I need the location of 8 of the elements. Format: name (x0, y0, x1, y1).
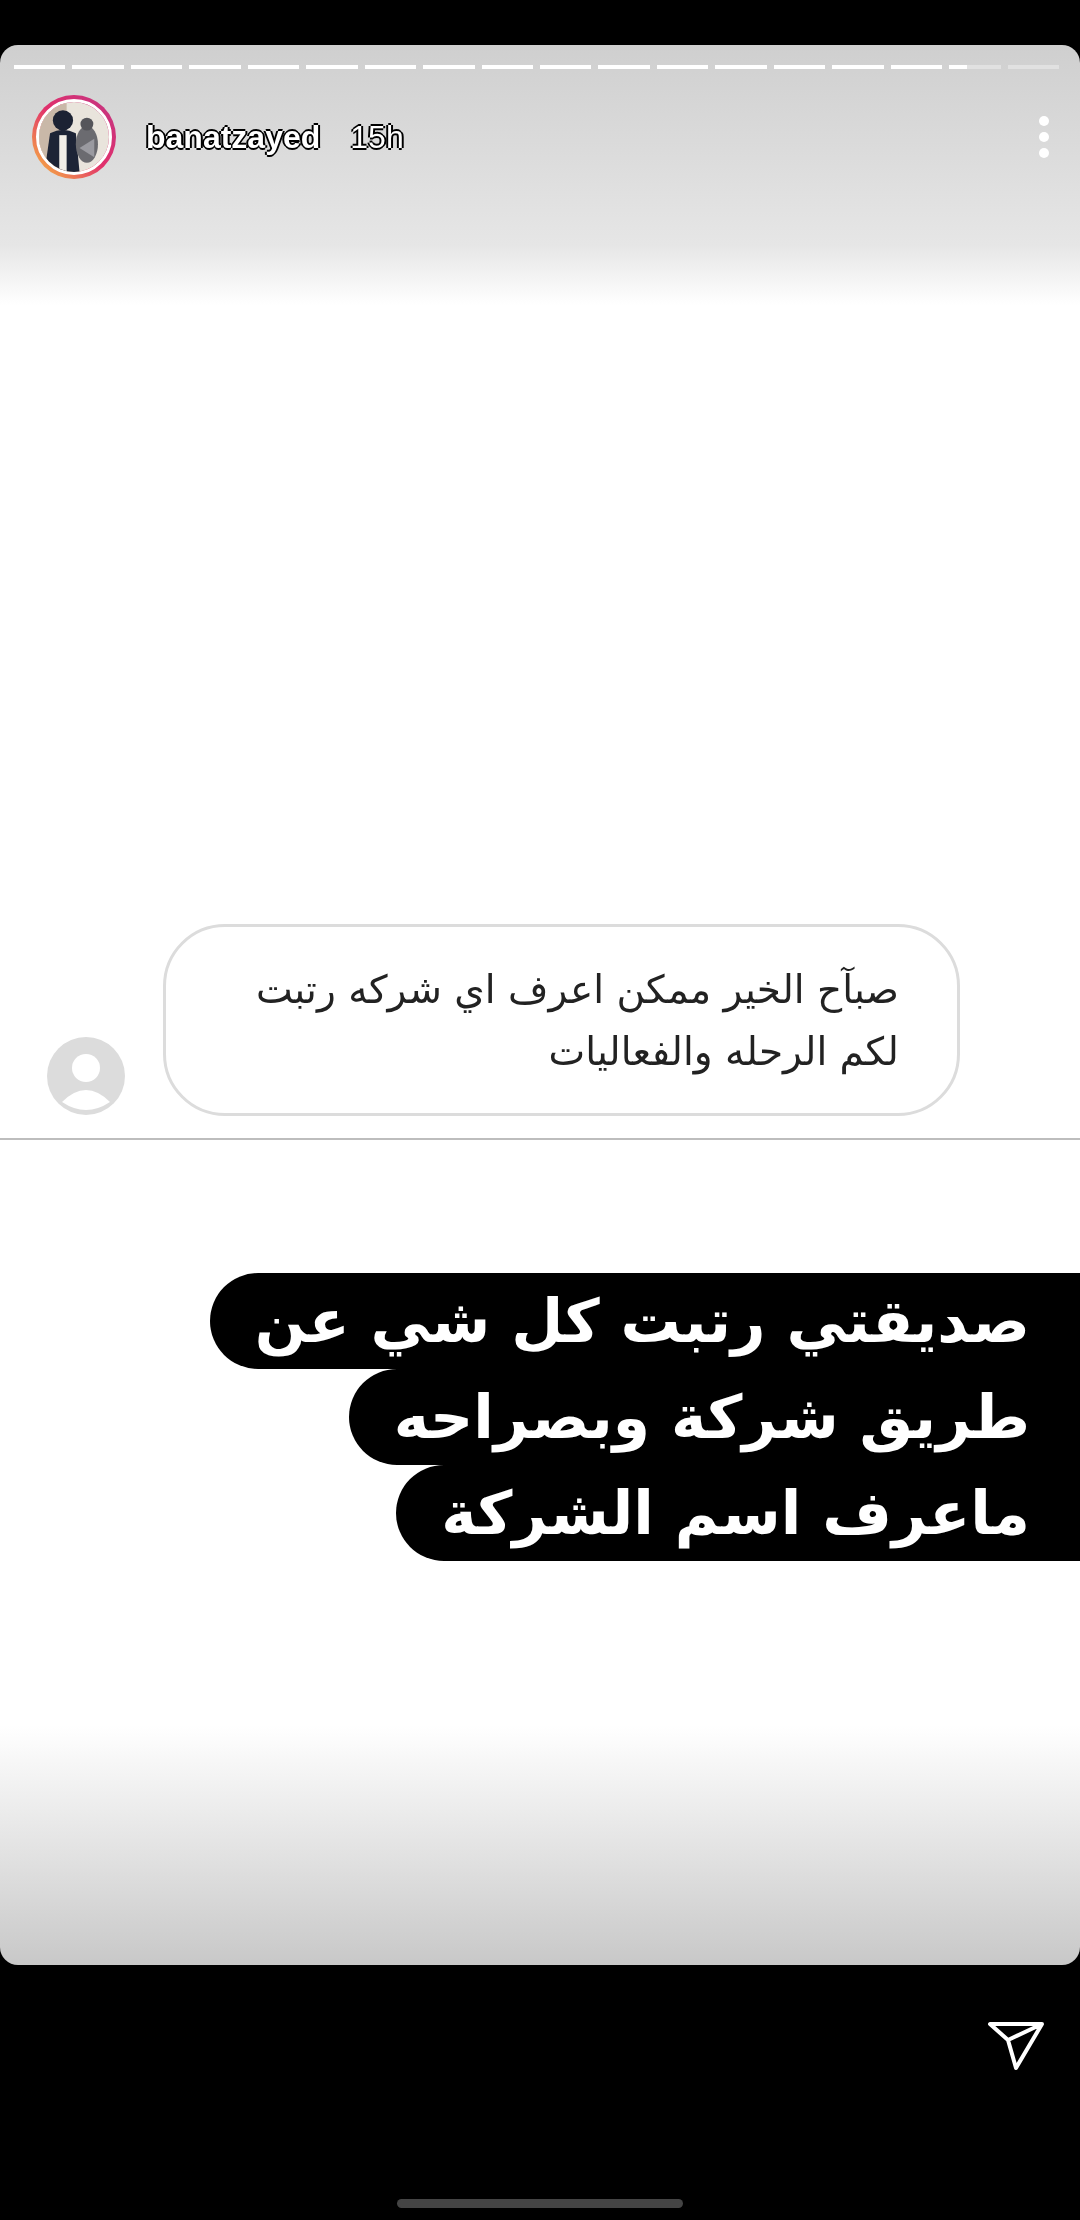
username[interactable]: banatzayed (146, 118, 321, 156)
send-icon[interactable] (986, 2020, 1046, 2072)
answer-text-line: طريق شركة وبصراحه (348, 1369, 1080, 1465)
question-text: صبآح الخير ممكن اعرف اي شركه رتبت لكم الرحله والفعاليات (163, 924, 960, 1116)
post-time: 15h (350, 118, 404, 156)
answer-text-line: ماعرف اسم الشركة (396, 1465, 1080, 1561)
answer-text-line: صديقتي رتبت كل شي عن (209, 1273, 1080, 1369)
user-avatar-icon (46, 1036, 126, 1116)
